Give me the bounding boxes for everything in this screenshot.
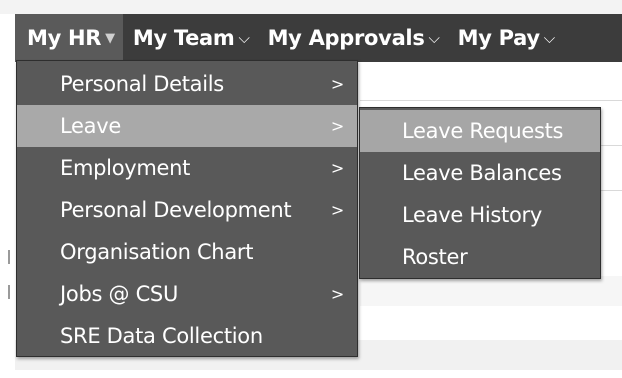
divider — [360, 100, 622, 101]
chevron-down-icon: ⌵ — [428, 29, 440, 47]
nav-item-label: My HR — [27, 26, 102, 50]
submenu-item-leave-requests[interactable]: Leave Requests — [360, 110, 600, 152]
menu-item-sre-data-collection[interactable]: SRE Data Collection — [17, 315, 357, 357]
submenu-item-roster[interactable]: Roster — [360, 236, 600, 278]
chevron-right-icon: > — [330, 74, 344, 94]
chevron-down-icon: ⌵ — [543, 29, 555, 47]
menu-item-label: Personal Details — [60, 72, 224, 96]
chevron-down-icon: ▼ — [105, 30, 115, 46]
nav-item-my-pay[interactable]: My Pay ⌵ — [448, 14, 563, 62]
menu-item-personal-details[interactable]: Personal Details > — [17, 63, 357, 105]
menu-item-personal-development[interactable]: Personal Development > — [17, 189, 357, 231]
submenu-item-label: Leave Requests — [402, 119, 564, 143]
submenu-item-label: Leave Balances — [402, 161, 562, 185]
chevron-right-icon: > — [330, 158, 344, 178]
menu-item-label: Leave — [60, 114, 121, 138]
submenu-item-leave-balances[interactable]: Leave Balances — [360, 152, 600, 194]
menu-item-label: SRE Data Collection — [60, 324, 263, 348]
nav-item-my-approvals[interactable]: My Approvals ⌵ — [258, 14, 448, 62]
menu-item-label: Personal Development — [60, 198, 292, 222]
menu-item-organisation-chart[interactable]: Organisation Chart — [17, 231, 357, 273]
menu-item-leave[interactable]: Leave > — [17, 105, 357, 147]
chevron-right-icon: > — [330, 284, 344, 304]
page-row — [360, 276, 622, 306]
menu-item-label: Employment — [60, 156, 191, 180]
chevron-right-icon: > — [330, 116, 344, 136]
chevron-down-icon: ⌵ — [238, 29, 250, 47]
submenu-item-leave-history[interactable]: Leave History — [360, 194, 600, 236]
nav-item-label: My Team — [132, 26, 235, 50]
nav-item-label: My Approvals — [267, 26, 425, 50]
menu-item-jobs-at-csu[interactable]: Jobs @ CSU > — [17, 273, 357, 315]
menu-item-label: Jobs @ CSU — [60, 282, 179, 306]
submenu-item-label: Leave History — [402, 203, 542, 227]
my-hr-dropdown-menu: Personal Details > Leave > Employment > … — [16, 60, 358, 357]
page-left-edge — [0, 62, 15, 378]
menu-item-employment[interactable]: Employment > — [17, 147, 357, 189]
nav-item-label: My Pay — [457, 26, 540, 50]
edge-marker — [8, 285, 10, 299]
edge-marker — [8, 250, 10, 264]
menu-item-label: Organisation Chart — [60, 240, 254, 264]
submenu-item-label: Roster — [402, 245, 468, 269]
top-nav-bar: My HR ▼ My Team ⌵ My Approvals ⌵ My Pay … — [15, 14, 622, 62]
nav-item-my-hr[interactable]: My HR ▼ — [15, 14, 123, 62]
chevron-right-icon: > — [330, 200, 344, 220]
nav-item-my-team[interactable]: My Team ⌵ — [123, 14, 258, 62]
top-strip — [0, 0, 622, 14]
leave-submenu: Leave Requests Leave Balances Leave Hist… — [359, 107, 601, 279]
